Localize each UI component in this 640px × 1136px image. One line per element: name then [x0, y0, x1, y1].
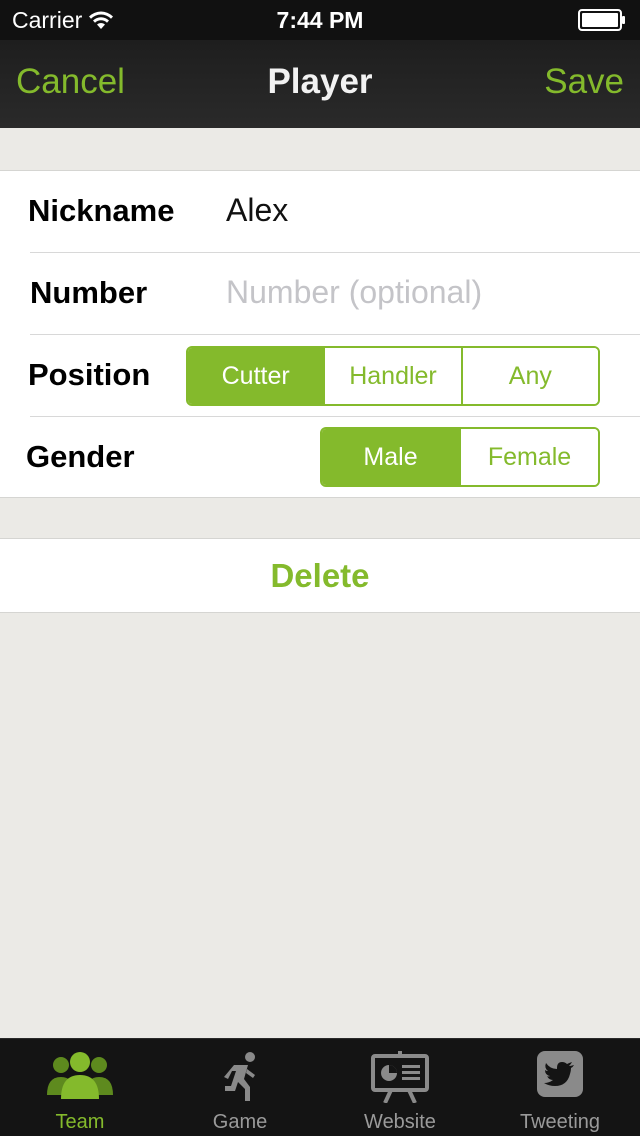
gender-label: Gender: [26, 439, 135, 474]
number-field[interactable]: Number (optional): [226, 274, 482, 311]
nickname-label: Nickname: [28, 193, 175, 228]
navigation-bar: Cancel Player Save: [0, 40, 640, 128]
twitter-icon: [537, 1051, 583, 1097]
tab-tweeting[interactable]: Tweeting: [480, 1039, 640, 1136]
gender-option-female[interactable]: Female: [461, 429, 598, 485]
player-form: Nickname Alex Number Number (optional) P…: [0, 170, 640, 498]
position-option-cutter[interactable]: Cutter: [188, 348, 326, 404]
tab-bar: Team Game Website Tweeting: [0, 1038, 640, 1136]
tab-website-label: Website: [364, 1111, 436, 1133]
position-label: Position: [28, 357, 151, 392]
tab-game-label: Game: [212, 1111, 268, 1133]
delete-label: Delete: [270, 556, 370, 594]
runner-icon: [224, 1052, 255, 1101]
number-label: Number: [30, 275, 148, 310]
position-row: Position Cutter Handler Any: [0, 335, 640, 417]
position-option-handler[interactable]: Handler: [325, 348, 463, 404]
status-bar: Carrier 7:44 PM: [0, 0, 640, 40]
tab-game[interactable]: Game: [160, 1039, 320, 1136]
presentation-icon: [371, 1051, 429, 1103]
battery-icon: [578, 9, 625, 31]
save-button[interactable]: Save: [544, 62, 624, 102]
tab-team-label: Team: [55, 1111, 105, 1133]
tab-website[interactable]: Website: [320, 1039, 480, 1136]
nickname-field[interactable]: Alex: [226, 192, 288, 229]
gender-row: Gender Male Female: [0, 417, 640, 499]
team-icon: [47, 1052, 113, 1099]
gender-option-male[interactable]: Male: [322, 429, 461, 485]
clock: 7:44 PM: [276, 7, 364, 33]
tab-team[interactable]: Team: [0, 1039, 160, 1136]
position-segmented-control: Cutter Handler Any: [186, 346, 600, 406]
nickname-row: Nickname Alex: [0, 171, 640, 253]
tab-tweeting-label: Tweeting: [519, 1111, 601, 1133]
delete-button[interactable]: Delete: [0, 538, 640, 613]
gender-segmented-control: Male Female: [320, 427, 600, 487]
number-row: Number Number (optional): [0, 253, 640, 335]
position-option-any[interactable]: Any: [462, 348, 598, 404]
